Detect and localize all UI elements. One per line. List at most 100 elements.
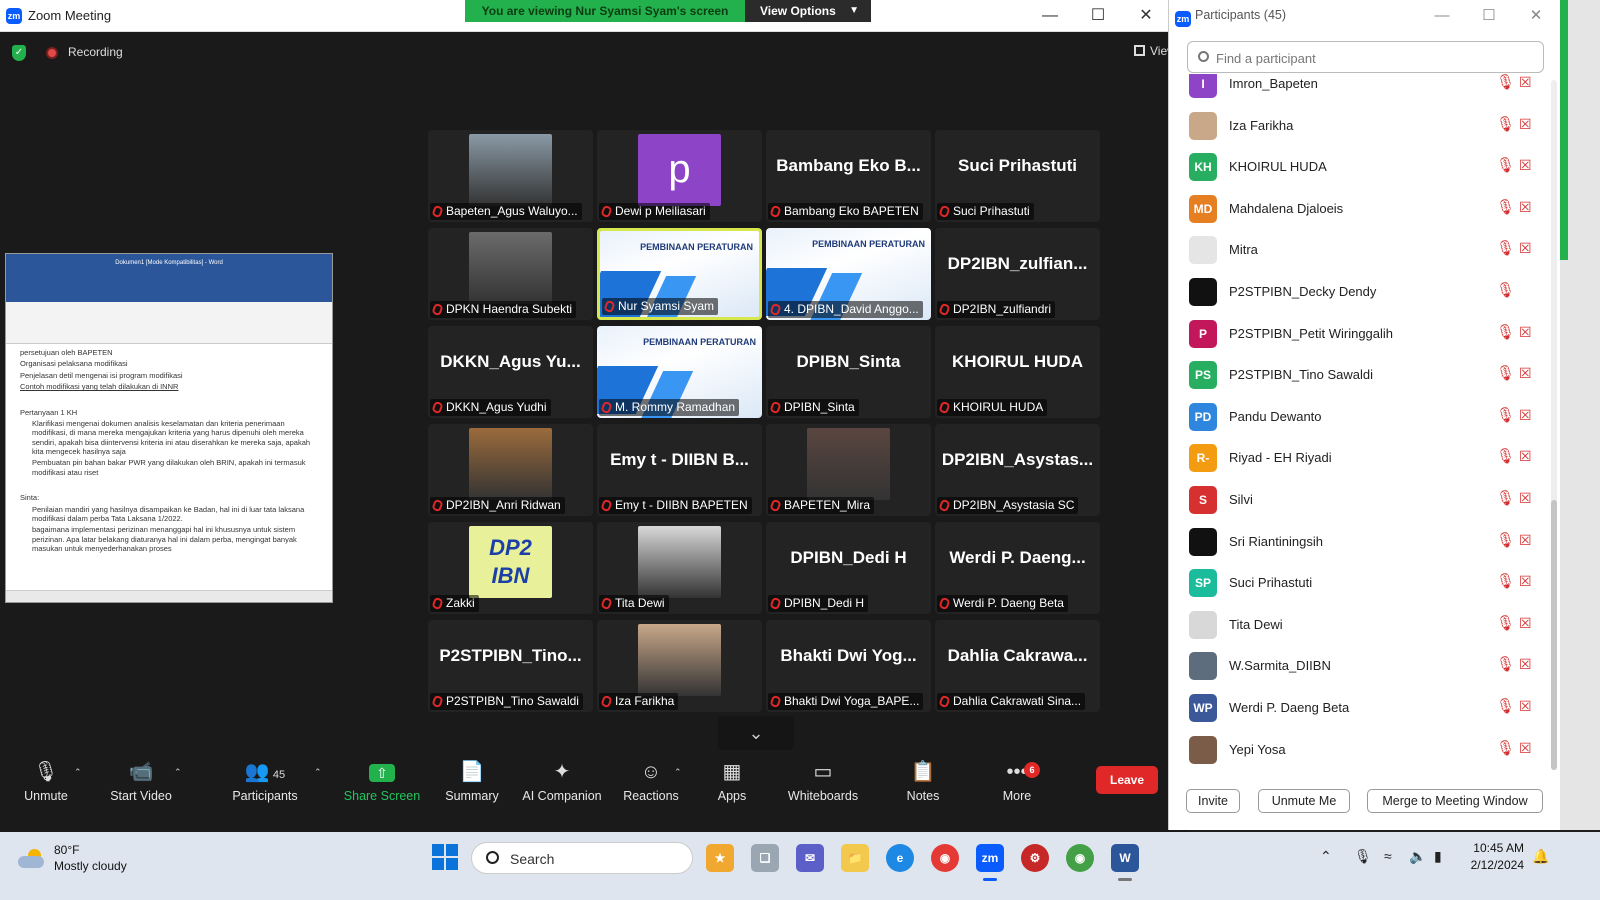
video-off-icon[interactable]: ☒ bbox=[1519, 616, 1537, 630]
video-tile[interactable]: Bapeten_Agus Waluyo... bbox=[428, 130, 593, 222]
video-tile[interactable]: DPIBN_Dedi H DPIBN_Dedi H bbox=[766, 522, 931, 614]
notes-button[interactable]: 📋 Notes bbox=[900, 758, 946, 803]
teams-chat-icon[interactable]: ✉ bbox=[796, 844, 824, 872]
muted-mic-icon[interactable]: 🎙︎ bbox=[1496, 283, 1515, 299]
screenshot-tool-icon[interactable]: ⚙ bbox=[1021, 844, 1049, 872]
participant-row[interactable]: MD Mahdalena Djaloeis 🎙︎ ☒ bbox=[1169, 189, 1549, 230]
video-tile[interactable]: Emy t - DIIBN B... Emy t - DIIBN BAPETEN bbox=[597, 424, 762, 516]
participant-search-input[interactable] bbox=[1216, 48, 1536, 68]
muted-mic-icon[interactable]: 🎙︎ bbox=[1496, 324, 1515, 341]
clock-date[interactable]: 2/12/2024 bbox=[1462, 858, 1524, 872]
video-tile[interactable]: Bambang Eko B... Bambang Eko BAPETEN bbox=[766, 130, 931, 222]
minimize-button[interactable]: — bbox=[1037, 4, 1063, 28]
video-off-icon[interactable]: ☒ bbox=[1519, 241, 1537, 255]
participant-row[interactable]: KH KHOIRUL HUDA 🎙︎ ☒ bbox=[1169, 147, 1549, 188]
summary-button[interactable]: 📄 Summary bbox=[442, 758, 502, 803]
participant-row[interactable]: Tita Dewi 🎙︎ ☒ bbox=[1169, 605, 1549, 646]
video-options-caret[interactable]: ⌃ bbox=[174, 767, 182, 778]
muted-mic-icon[interactable]: 🎙︎ bbox=[1496, 449, 1515, 465]
video-off-icon[interactable]: ☒ bbox=[1519, 491, 1537, 505]
invite-button[interactable]: Invite bbox=[1186, 789, 1240, 813]
muted-mic-icon[interactable]: 🎙︎ bbox=[1496, 532, 1515, 549]
participant-row[interactable]: P P2STPIBN_Petit Wiringgalih 🎙︎ ☒ bbox=[1169, 314, 1549, 355]
muted-mic-icon[interactable]: 🎙︎ bbox=[1496, 657, 1515, 673]
scrollbar-thumb[interactable] bbox=[1551, 500, 1557, 770]
video-tile[interactable]: P2STPIBN_Tino... P2STPIBN_Tino Sawaldi bbox=[428, 620, 593, 712]
zoom-app-icon[interactable]: zm bbox=[976, 844, 1004, 872]
video-off-icon[interactable]: ☒ bbox=[1519, 449, 1537, 463]
weather-description[interactable]: Mostly cloudy bbox=[54, 859, 127, 873]
muted-mic-icon[interactable]: 🎙︎ bbox=[1496, 75, 1515, 91]
security-shield-icon[interactable]: ✓ bbox=[12, 45, 26, 61]
video-tile[interactable]: DKKN_Agus Yu... DKKN_Agus Yudhi bbox=[428, 326, 593, 418]
video-off-icon[interactable]: ☒ bbox=[1519, 741, 1537, 755]
video-off-icon[interactable]: ☒ bbox=[1519, 574, 1537, 588]
participant-list-scrollbar[interactable] bbox=[1551, 80, 1557, 770]
muted-mic-icon[interactable]: 🎙︎ bbox=[1496, 615, 1515, 632]
video-tile[interactable]: PEMBINAAN PERATURAN 4. DPIBN_David Anggo.… bbox=[766, 228, 931, 320]
muted-mic-icon[interactable]: 🎙︎ bbox=[1496, 366, 1515, 382]
video-tile[interactable]: DPIBN_Sinta DPIBN_Sinta bbox=[766, 326, 931, 418]
video-tile[interactable]: DPKN Haendra Subekti bbox=[428, 228, 593, 320]
microphone-icon[interactable]: 🎙 bbox=[1354, 848, 1372, 865]
unmute-me-button[interactable]: Unmute Me bbox=[1258, 789, 1350, 813]
panel-maximize-button[interactable]: ☐ bbox=[1476, 4, 1502, 28]
file-explorer-icon[interactable]: 📁 bbox=[841, 844, 869, 872]
video-off-icon[interactable]: ☒ bbox=[1519, 75, 1537, 89]
muted-mic-icon[interactable]: 🎙︎ bbox=[1496, 699, 1515, 715]
muted-mic-icon[interactable]: 🎙︎ bbox=[1496, 158, 1515, 174]
video-tile[interactable]: Bhakti Dwi Yog... Bhakti Dwi Yoga_BAPE... bbox=[766, 620, 931, 712]
video-tile[interactable]: PEMBINAAN PERATURAN Nur Syamsi Syam bbox=[597, 228, 762, 320]
participants-button[interactable]: 👥 45 Participants ⌃ bbox=[228, 758, 321, 803]
weather-temperature[interactable]: 80°F bbox=[54, 843, 79, 857]
video-off-icon[interactable]: ☒ bbox=[1519, 158, 1537, 172]
muted-mic-icon[interactable]: 🎙︎ bbox=[1496, 199, 1515, 216]
shared-screen-view[interactable]: Dokumen1 [Mode Kompatibilitas] - Word pe… bbox=[5, 253, 333, 603]
video-tile[interactable]: DP2IBN_zulfian... DP2IBN_zulfiandri bbox=[935, 228, 1100, 320]
panel-minimize-button[interactable]: — bbox=[1429, 4, 1455, 28]
taskbar-search[interactable]: Search bbox=[471, 842, 693, 874]
close-button[interactable]: ✕ bbox=[1133, 4, 1159, 28]
battery-icon[interactable]: ▮ bbox=[1434, 848, 1442, 865]
participant-row[interactable]: W.Sarmita_DIIBN 🎙︎ ☒ bbox=[1169, 646, 1549, 687]
video-tile[interactable]: PEMBINAAN PERATURAN M. Rommy Ramadhan bbox=[597, 326, 762, 418]
maximize-button[interactable]: ☐ bbox=[1085, 4, 1111, 28]
reactions-options-caret[interactable]: ⌃ bbox=[674, 767, 682, 778]
participant-row[interactable]: P2STPIBN_Decky Dendy 🎙︎ bbox=[1169, 272, 1549, 313]
video-off-icon[interactable]: ☒ bbox=[1519, 533, 1537, 547]
video-tile[interactable]: p Dewi p Meiliasari bbox=[597, 130, 762, 222]
view-options-button[interactable]: View Options ▼ bbox=[745, 0, 871, 22]
more-button[interactable]: ••• 6 More bbox=[994, 758, 1040, 803]
whiteboards-button[interactable]: ▭ Whiteboards bbox=[784, 758, 862, 803]
panel-close-button[interactable]: ✕ bbox=[1523, 4, 1549, 28]
chrome-browser-icon[interactable]: ◉ bbox=[931, 844, 959, 872]
notification-bell-icon[interactable]: 🔔 bbox=[1532, 848, 1549, 865]
video-off-icon[interactable]: ☒ bbox=[1519, 657, 1537, 671]
participant-row[interactable]: Sri Riantiningsih 🎙︎ ☒ bbox=[1169, 522, 1549, 563]
gallery-next-page-button[interactable]: ⌄ bbox=[718, 716, 794, 750]
chevron-up-icon[interactable]: ⌃ bbox=[1320, 848, 1332, 865]
widgets-icon[interactable]: ★ bbox=[706, 844, 734, 872]
video-tile[interactable]: Tita Dewi bbox=[597, 522, 762, 614]
video-tile[interactable]: Werdi P. Daeng... Werdi P. Daeng Beta bbox=[935, 522, 1100, 614]
participant-row[interactable]: Yepi Yosa 🎙︎ ☒ bbox=[1169, 730, 1549, 771]
clock-time[interactable]: 10:45 AM bbox=[1470, 841, 1524, 855]
share-screen-button[interactable]: ⇧ Share Screen bbox=[342, 758, 422, 803]
chrome-profile-icon[interactable]: ◉ bbox=[1066, 844, 1094, 872]
muted-mic-icon[interactable]: 🎙︎ bbox=[1496, 574, 1515, 590]
video-off-icon[interactable]: ☒ bbox=[1519, 200, 1537, 214]
video-off-icon[interactable]: ☒ bbox=[1519, 699, 1537, 713]
video-tile[interactable]: Dahlia Cakrawa... Dahlia Cakrawati Sina..… bbox=[935, 620, 1100, 712]
muted-mic-icon[interactable]: 🎙︎ bbox=[1496, 740, 1515, 757]
participant-row[interactable]: I Imron_Bapeten 🎙︎ ☒ bbox=[1169, 74, 1549, 105]
start-video-button[interactable]: 📹 Start Video ⌃ bbox=[106, 758, 181, 803]
participant-row[interactable]: S Silvi 🎙︎ ☒ bbox=[1169, 480, 1549, 521]
participant-row[interactable]: PS P2STPIBN_Tino Sawaldi 🎙︎ ☒ bbox=[1169, 355, 1549, 396]
participant-row[interactable]: WP Werdi P. Daeng Beta 🎙︎ ☒ bbox=[1169, 688, 1549, 729]
video-off-icon[interactable]: ☒ bbox=[1519, 117, 1537, 131]
windows-start-button[interactable] bbox=[432, 844, 458, 870]
participant-row[interactable]: R- Riyad - EH Riyadi 🎙︎ ☒ bbox=[1169, 438, 1549, 479]
volume-icon[interactable]: 🔈 bbox=[1409, 848, 1426, 865]
video-tile[interactable]: Iza Farikha bbox=[597, 620, 762, 712]
merge-window-button[interactable]: Merge to Meeting Window bbox=[1367, 789, 1543, 813]
